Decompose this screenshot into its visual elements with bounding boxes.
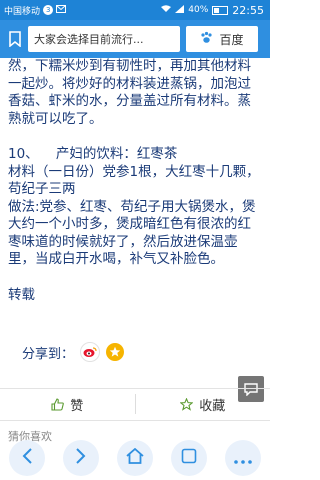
thumbs-up-icon — [51, 397, 65, 411]
page-title: 大家会选择目前流行... — [34, 33, 144, 46]
menu-button[interactable] — [225, 440, 261, 476]
forward-button[interactable] — [63, 440, 99, 476]
battery-icon — [212, 5, 229, 15]
clock: 22:55 — [232, 3, 264, 17]
share-row: 分享到： — [22, 342, 125, 362]
article-paragraph: 做法:党参、红枣、苟纪子用大锅煲水，煲大约一个小时多，煲成暗红色有很浓的红枣味道… — [8, 198, 256, 268]
like-label: 赞 — [70, 398, 84, 414]
status-bar: 中国移动 3 40% 22:55 — [0, 0, 270, 20]
favorite-label: 收藏 — [199, 398, 226, 414]
favorite-button[interactable]: 收藏 — [136, 395, 271, 414]
article-paragraph: 10、 产妇的饮料：红枣茶 — [8, 146, 178, 162]
more-dots-icon — [234, 449, 252, 468]
share-label: 分享到： — [22, 346, 75, 362]
wifi-icon — [161, 4, 172, 16]
home-button[interactable] — [117, 440, 153, 476]
baidu-paw-icon — [200, 31, 213, 47]
bookmark-icon[interactable] — [8, 30, 22, 48]
bottom-navigation — [0, 436, 270, 480]
article-content: 然，下糯米炒到有韧性时，再加其他材料一起炒。将炒好的材料装进蒸锅，加泡过香菇、虾… — [8, 58, 262, 304]
back-arrow-icon — [21, 448, 33, 468]
qzone-star-icon[interactable] — [106, 343, 125, 361]
signal-icon — [175, 4, 185, 16]
like-button[interactable]: 赞 — [0, 395, 135, 414]
forward-arrow-icon — [75, 448, 87, 468]
notification-badge: 3 — [43, 5, 54, 15]
tabs-button[interactable] — [171, 440, 207, 476]
url-bar[interactable]: 大家会选择目前流行... — [28, 26, 180, 52]
message-icon — [56, 4, 67, 16]
action-bar: 赞 收藏 — [0, 389, 270, 419]
star-outline-icon — [180, 397, 194, 411]
baidu-search-button[interactable]: 百度 — [186, 26, 258, 52]
back-button[interactable] — [9, 440, 45, 476]
tabs-icon — [181, 448, 197, 468]
search-label: 百度 — [219, 32, 244, 47]
battery-percent: 40% — [188, 5, 209, 15]
browser-toolbar: 大家会选择目前流行... 百度 — [0, 20, 270, 58]
article-paragraph: 然，下糯米炒到有韧性时，再加其他材料一起炒。将炒好的材料装进蒸锅，加泡过香菇、虾… — [8, 58, 251, 127]
divider — [0, 420, 270, 421]
home-icon — [126, 447, 144, 468]
repost-link[interactable]: 转载 — [8, 287, 262, 305]
weibo-icon[interactable] — [80, 342, 101, 362]
carrier-label: 中国移动 — [4, 6, 41, 17]
article-paragraph: 材料（一日份）党参1根，大红枣十几颗，苟纪子三两 — [8, 163, 260, 198]
